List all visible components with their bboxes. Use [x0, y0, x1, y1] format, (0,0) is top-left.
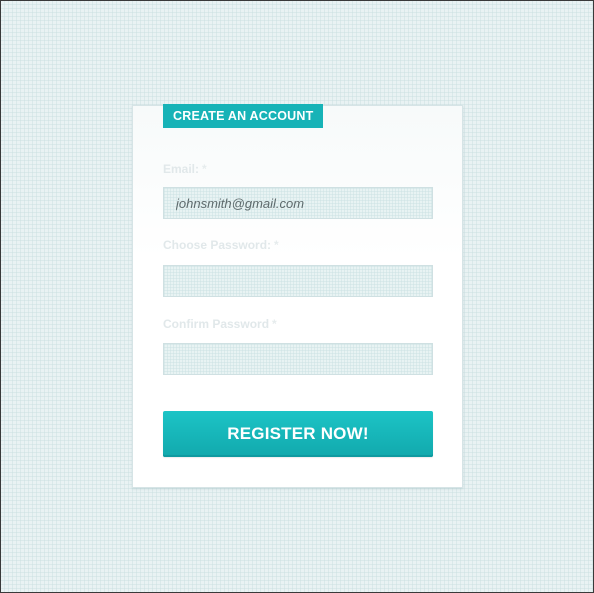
confirm-password-field[interactable]	[163, 343, 433, 375]
form-title: CREATE AN ACCOUNT	[163, 104, 324, 128]
choose-password-label: Choose Password: *	[163, 238, 279, 252]
email-label: Email: *	[163, 162, 207, 176]
choose-password-label-text: Choose Password:	[163, 238, 272, 252]
registration-card: CREATE AN ACCOUNT Email:* Choose Passwor…	[132, 104, 463, 488]
email-label-text: Email:	[163, 162, 200, 176]
required-marker: *	[274, 238, 279, 252]
email-field[interactable]	[163, 187, 433, 219]
register-button[interactable]: REGISTER NOW!	[163, 411, 433, 457]
choose-password-field[interactable]	[163, 265, 433, 297]
required-marker: *	[202, 162, 207, 176]
confirm-password-label-text: Confirm Password	[163, 317, 270, 331]
confirm-password-label: Confirm Password *	[163, 317, 277, 331]
required-marker: *	[272, 317, 277, 331]
